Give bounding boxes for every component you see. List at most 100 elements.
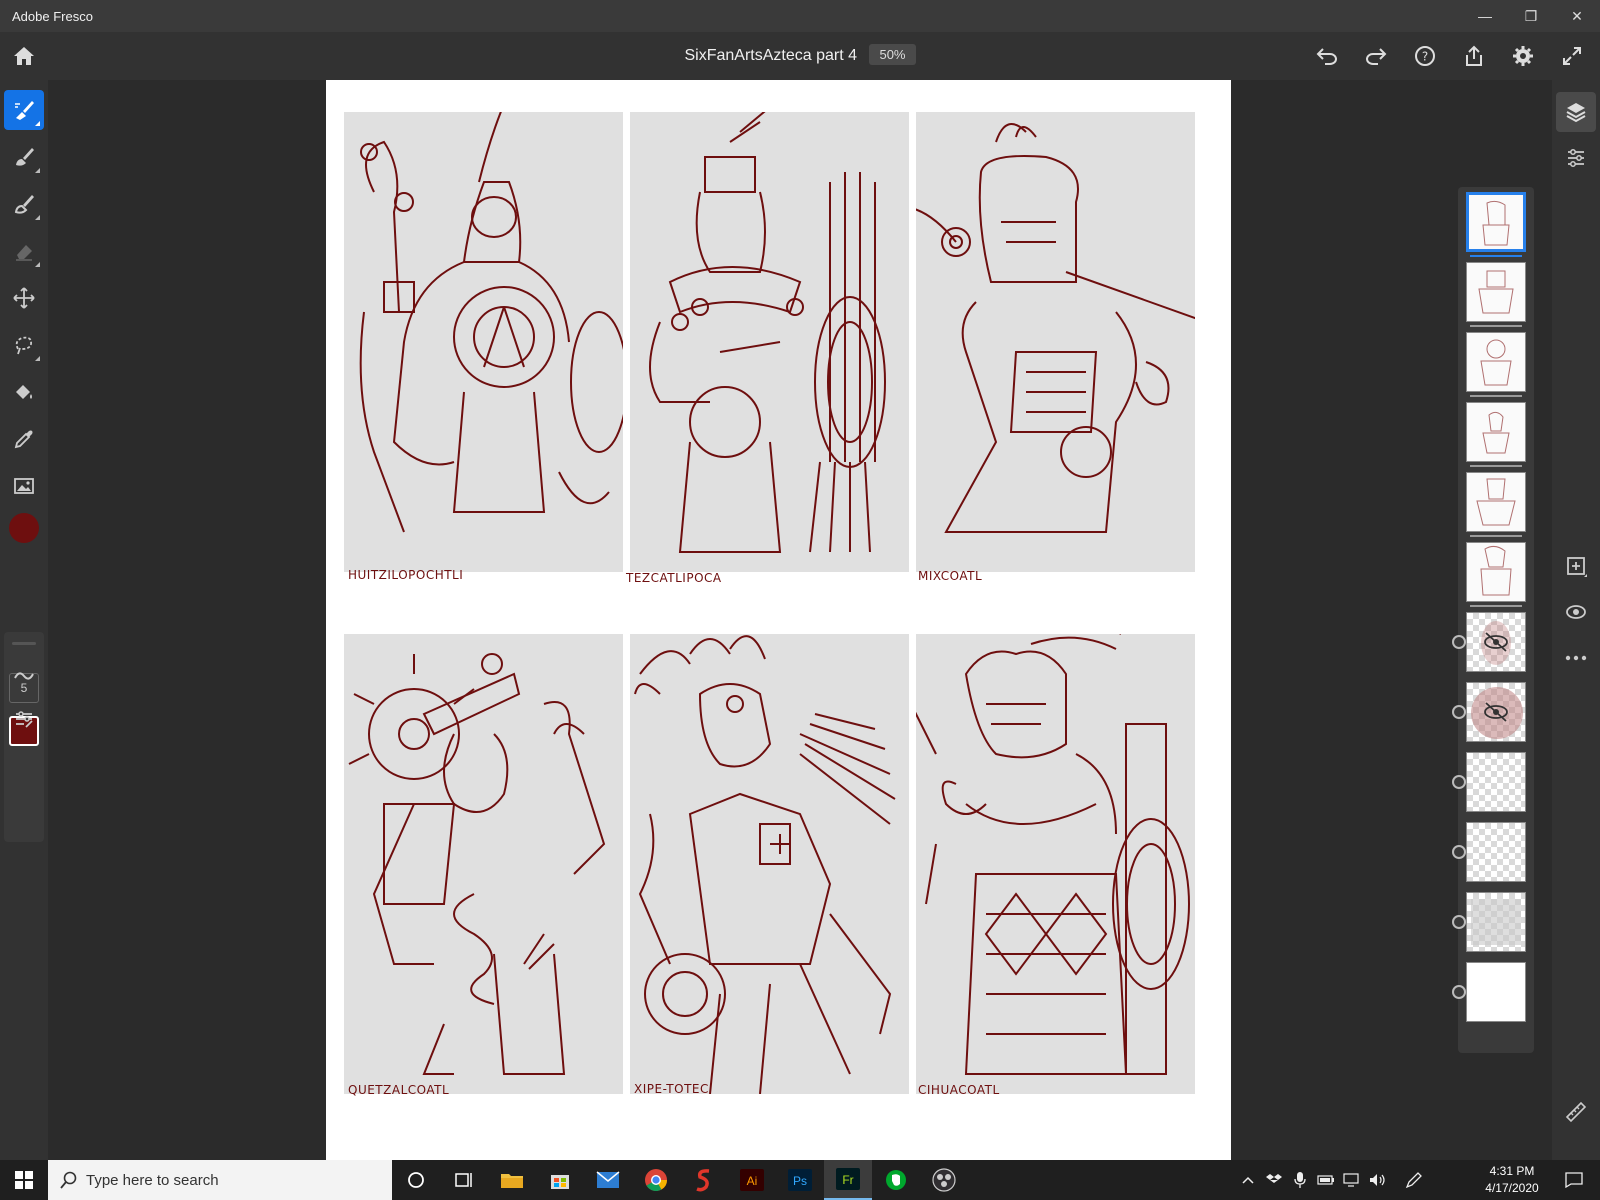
smoothing-icon[interactable] bbox=[4, 656, 44, 696]
art-panel bbox=[630, 112, 909, 572]
layer-thumbnail[interactable] bbox=[1466, 332, 1526, 392]
layer-visibility-toggle[interactable] bbox=[1452, 635, 1466, 649]
panel-handle[interactable] bbox=[12, 642, 36, 645]
notifications-icon[interactable] bbox=[1556, 1160, 1592, 1200]
file-explorer-icon[interactable] bbox=[488, 1160, 536, 1200]
redo-icon[interactable] bbox=[1360, 40, 1392, 72]
zoom-level[interactable]: 50% bbox=[869, 44, 916, 65]
pixel-brush-tool[interactable] bbox=[4, 90, 44, 130]
taskbar-clock[interactable]: 4:31 PM 4/17/2020 bbox=[1476, 1163, 1548, 1197]
volume-icon[interactable] bbox=[1366, 1160, 1390, 1200]
background-layer-thumbnail[interactable] bbox=[1466, 962, 1526, 1022]
home-icon[interactable] bbox=[8, 40, 40, 72]
microphone-icon[interactable] bbox=[1288, 1160, 1312, 1200]
share-icon[interactable] bbox=[1458, 40, 1490, 72]
layer-thumbnail[interactable] bbox=[1466, 192, 1526, 252]
canvas-area[interactable]: HUITZILOPOCHTLI TEZCATLIPOCA MIXCOATL QU… bbox=[48, 80, 1520, 1160]
pen-workspace-icon[interactable] bbox=[1400, 1160, 1428, 1200]
panel-label: XIPE-TOTEC bbox=[634, 1082, 709, 1096]
svg-text:?: ? bbox=[1422, 50, 1428, 64]
chrome-icon[interactable] bbox=[632, 1160, 680, 1200]
clock-time: 4:31 PM bbox=[1489, 1164, 1535, 1178]
photoshop-icon[interactable]: Ps bbox=[776, 1160, 824, 1200]
layer-thumbnail[interactable] bbox=[1466, 542, 1526, 602]
close-button[interactable]: ✕ bbox=[1554, 0, 1600, 32]
panel-label: CIHUACOATL bbox=[918, 1083, 1000, 1097]
character-drawing bbox=[348, 653, 606, 1075]
layer-thumbnail[interactable] bbox=[1466, 682, 1526, 742]
fresco-icon[interactable]: Fr bbox=[824, 1160, 872, 1200]
mail-icon[interactable] bbox=[584, 1160, 632, 1200]
more-options-icon[interactable] bbox=[1556, 638, 1596, 678]
layer-visibility-toggle[interactable] bbox=[1452, 845, 1466, 859]
evernote-icon[interactable] bbox=[872, 1160, 920, 1200]
fullscreen-icon[interactable] bbox=[1556, 40, 1588, 72]
background-layer-icon[interactable] bbox=[1452, 985, 1466, 999]
layer-thumbnail[interactable] bbox=[1466, 472, 1526, 532]
layers-icon[interactable] bbox=[1556, 92, 1596, 132]
cortana-icon[interactable] bbox=[392, 1160, 440, 1200]
lasso-selection-tool[interactable] bbox=[4, 325, 44, 365]
layer-thumbnail[interactable] bbox=[1466, 822, 1526, 882]
dropbox-icon[interactable] bbox=[1262, 1160, 1286, 1200]
layer-divider bbox=[1470, 535, 1522, 537]
eyedropper-tool[interactable] bbox=[4, 419, 44, 459]
search-icon bbox=[60, 1171, 77, 1189]
tray-chevron-icon[interactable] bbox=[1236, 1160, 1260, 1200]
layer-thumbnail[interactable] bbox=[1466, 612, 1526, 672]
windows-start-icon[interactable] bbox=[0, 1160, 48, 1200]
right-rail bbox=[1552, 80, 1600, 1160]
window-title-bar: Adobe Fresco — ❐ ✕ bbox=[0, 0, 1600, 32]
panel-label: HUITZILOPOCHTLI bbox=[348, 568, 464, 582]
undo-icon[interactable] bbox=[1311, 40, 1343, 72]
maximize-button[interactable]: ❐ bbox=[1508, 0, 1554, 32]
panel-label: TEZCATLIPOCA bbox=[626, 571, 722, 585]
settings-gear-icon[interactable] bbox=[1507, 40, 1539, 72]
move-transform-tool[interactable] bbox=[4, 278, 44, 318]
app-name: Adobe Fresco bbox=[12, 8, 93, 24]
windows-taskbar: Type here to search Ai Ps Fr 4:31 PM 4/1… bbox=[0, 1160, 1600, 1200]
minimize-button[interactable]: — bbox=[1462, 0, 1508, 32]
artboard[interactable]: HUITZILOPOCHTLI TEZCATLIPOCA MIXCOATL QU… bbox=[326, 80, 1231, 1160]
paint-bucket-tool[interactable] bbox=[4, 372, 44, 412]
illustrator-icon[interactable]: Ai bbox=[728, 1160, 776, 1200]
layer-divider bbox=[1470, 255, 1522, 257]
app-s-icon[interactable] bbox=[680, 1160, 728, 1200]
ruler-icon[interactable] bbox=[1556, 1092, 1596, 1132]
search-placeholder: Type here to search bbox=[86, 1171, 219, 1189]
battery-icon[interactable] bbox=[1314, 1160, 1338, 1200]
character-drawing bbox=[916, 123, 1195, 533]
taskbar-search-box[interactable]: Type here to search bbox=[48, 1160, 392, 1200]
help-icon[interactable]: ? bbox=[1409, 40, 1441, 72]
network-icon[interactable] bbox=[1340, 1160, 1364, 1200]
layer-visibility-toggle[interactable] bbox=[1452, 775, 1466, 789]
eraser-tool[interactable] bbox=[4, 231, 44, 271]
layer-thumbnail[interactable] bbox=[1466, 892, 1526, 952]
store-icon[interactable] bbox=[536, 1160, 584, 1200]
layer-properties-icon[interactable] bbox=[1556, 138, 1596, 178]
art-panel bbox=[344, 112, 623, 572]
layer-visibility-toggle[interactable] bbox=[1452, 915, 1466, 929]
document-title[interactable]: SixFanArtsAzteca part 4 bbox=[685, 47, 858, 64]
live-brush-tool[interactable] bbox=[4, 137, 44, 177]
visibility-eye-icon[interactable] bbox=[1556, 592, 1596, 632]
layer-thumbnail[interactable] bbox=[1466, 402, 1526, 462]
character-drawing bbox=[359, 112, 623, 533]
header-actions: ? bbox=[1294, 40, 1588, 72]
add-layer-icon[interactable] bbox=[1556, 546, 1596, 586]
layers-panel bbox=[1452, 187, 1534, 1053]
character-drawing bbox=[649, 112, 886, 553]
layer-thumbnail[interactable] bbox=[1466, 262, 1526, 322]
color-picker-button[interactable] bbox=[9, 513, 39, 543]
brush-settings-icon[interactable] bbox=[4, 699, 44, 739]
clock-date: 4/17/2020 bbox=[1485, 1181, 1539, 1195]
layer-divider bbox=[1470, 605, 1522, 607]
layer-visibility-toggle[interactable] bbox=[1452, 705, 1466, 719]
layer-thumbnail[interactable] bbox=[1466, 752, 1526, 812]
hidden-layer-icon bbox=[1484, 632, 1508, 652]
obs-icon[interactable] bbox=[920, 1160, 968, 1200]
task-view-icon[interactable] bbox=[440, 1160, 488, 1200]
vector-brush-tool[interactable] bbox=[4, 184, 44, 224]
panel-label: QUETZALCOATL bbox=[348, 1083, 450, 1097]
place-image-tool[interactable] bbox=[4, 466, 44, 506]
